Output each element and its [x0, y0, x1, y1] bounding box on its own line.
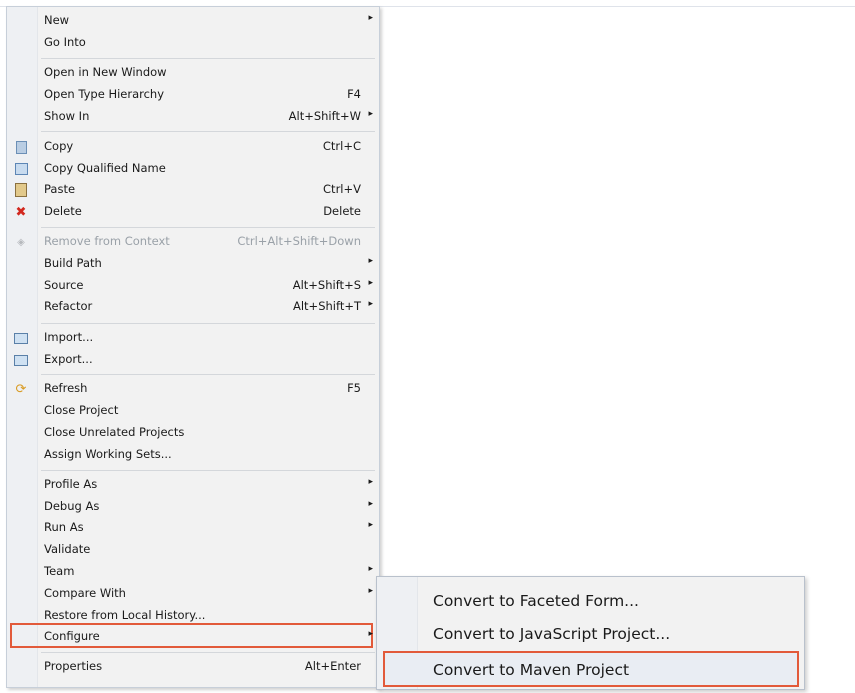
submenu-arrow-icon: ▸: [368, 109, 373, 119]
menu-item-label: Validate: [44, 542, 91, 556]
menu-item-label: Properties: [44, 659, 103, 673]
menu-item-label: Show In: [44, 109, 90, 123]
menu-item-label: Paste: [44, 182, 76, 196]
menu-item-paste[interactable]: Paste Ctrl+V: [7, 179, 379, 201]
menu-item-shortcut: Alt+Shift+W: [288, 109, 361, 123]
menu-item-refresh[interactable]: ⟳ Refresh F5: [7, 378, 379, 400]
menu-item-profile-as[interactable]: Profile As ▸: [7, 474, 379, 496]
menu-item-label: Import...: [44, 330, 94, 344]
menu-item-label: Copy Qualified Name: [44, 161, 166, 175]
menu-separator: [41, 374, 375, 375]
menu-item-close-project[interactable]: Close Project: [7, 400, 379, 422]
menu-separator: [41, 131, 375, 132]
menu-separator: [41, 470, 375, 471]
menu-item-new[interactable]: New ▸: [7, 10, 379, 32]
menu-item-compare-with[interactable]: Compare With ▸: [7, 583, 379, 605]
menu-item-shortcut: Ctrl+Alt+Shift+Down: [237, 234, 361, 248]
refresh-icon: ⟳: [15, 381, 27, 397]
submenu-arrow-icon: ▸: [368, 499, 373, 509]
submenu-arrow-icon: ▸: [368, 586, 373, 596]
menu-item-label: Close Unrelated Projects: [44, 425, 185, 439]
menu-item-label: Source: [44, 278, 84, 292]
submenu-item-label: Convert to JavaScript Project...: [433, 625, 671, 643]
menu-item-shortcut: F4: [347, 87, 361, 101]
menu-item-shortcut: F5: [347, 381, 361, 395]
submenu-item-convert-to-javascript-project[interactable]: Convert to JavaScript Project...: [377, 618, 804, 651]
submenu-arrow-icon: ▸: [368, 629, 373, 639]
menu-item-label: Build Path: [44, 256, 102, 270]
menu-item-label: Open Type Hierarchy: [44, 87, 165, 101]
menu-item-build-path[interactable]: Build Path ▸: [7, 253, 379, 275]
menu-item-label: Compare With: [44, 586, 126, 600]
menu-separator: [41, 58, 375, 59]
submenu-arrow-icon: ▸: [368, 520, 373, 530]
remove-from-context-icon: ◈: [17, 236, 25, 248]
menu-item-shortcut: Ctrl+V: [323, 182, 361, 196]
menu-item-assign-working-sets[interactable]: Assign Working Sets...: [7, 444, 379, 466]
menu-item-shortcut: Alt+Enter: [304, 659, 361, 673]
context-menu: New ▸ Go Into Open in New Window Open Ty…: [6, 6, 380, 688]
copy-icon: [14, 140, 28, 154]
submenu-item-label: Convert to Faceted Form...: [433, 592, 639, 610]
menu-item-configure[interactable]: Configure ▸: [7, 626, 379, 648]
menu-item-label: Close Project: [44, 403, 119, 417]
menu-item-shortcut: Alt+Shift+T: [292, 299, 361, 313]
paste-icon: [14, 183, 28, 197]
menu-item-open-in-new-window[interactable]: Open in New Window: [7, 62, 379, 84]
menu-item-label: Refactor: [44, 299, 93, 313]
submenu-arrow-icon: ▸: [368, 13, 373, 23]
menu-item-shortcut: Delete: [323, 204, 361, 218]
submenu-arrow-icon: ▸: [368, 564, 373, 574]
menu-item-show-in[interactable]: Show In Alt+Shift+W ▸: [7, 106, 379, 128]
menu-item-label: Debug As: [44, 499, 100, 513]
submenu-item-convert-to-faceted-form[interactable]: Convert to Faceted Form...: [377, 585, 804, 618]
menu-item-validate[interactable]: Validate: [7, 539, 379, 561]
import-icon: [14, 331, 28, 345]
menu-item-go-into[interactable]: Go Into: [7, 32, 379, 54]
menu-item-copy[interactable]: Copy Ctrl+C: [7, 136, 379, 158]
menu-item-label: Profile As: [44, 477, 98, 491]
menu-item-label: Restore from Local History...: [44, 608, 206, 622]
submenu-arrow-icon: ▸: [368, 278, 373, 288]
export-icon: [14, 353, 28, 367]
menu-separator: [41, 323, 375, 324]
menu-item-debug-as[interactable]: Debug As ▸: [7, 496, 379, 518]
menu-item-label: Delete: [44, 204, 82, 218]
menu-item-label: Refresh: [44, 381, 88, 395]
menu-item-label: Assign Working Sets...: [44, 447, 172, 461]
menu-item-label: Copy: [44, 139, 74, 153]
menu-item-label: Configure: [44, 629, 100, 643]
submenu-arrow-icon: ▸: [368, 477, 373, 487]
menu-item-shortcut: Ctrl+C: [322, 139, 361, 153]
menu-item-run-as[interactable]: Run As ▸: [7, 517, 379, 539]
submenu-item-convert-to-maven-project[interactable]: Convert to Maven Project: [377, 654, 804, 687]
configure-submenu: Convert to Faceted Form... Convert to Ja…: [376, 576, 805, 690]
menu-item-label: Team: [44, 564, 75, 578]
menu-item-team[interactable]: Team ▸: [7, 561, 379, 583]
copy-qualified-name-icon: [14, 162, 28, 176]
menu-item-open-type-hierarchy[interactable]: Open Type Hierarchy F4: [7, 84, 379, 106]
submenu-arrow-icon: ▸: [368, 256, 373, 266]
menu-item-source[interactable]: Source Alt+Shift+S ▸: [7, 275, 379, 297]
delete-icon: ✖: [15, 204, 27, 220]
menu-item-refactor[interactable]: Refactor Alt+Shift+T ▸: [7, 296, 379, 318]
menu-item-remove-from-context: ◈ Remove from Context Ctrl+Alt+Shift+Dow…: [7, 231, 379, 253]
menu-item-properties[interactable]: Properties Alt+Enter: [7, 656, 379, 678]
menu-item-label: Run As: [44, 520, 84, 534]
menu-item-label: New: [44, 13, 70, 27]
menu-item-import[interactable]: Import...: [7, 327, 379, 349]
menu-item-delete[interactable]: ✖ Delete Delete: [7, 201, 379, 223]
submenu-item-label: Convert to Maven Project: [433, 661, 630, 679]
menu-item-label: Go Into: [44, 35, 86, 49]
menu-separator: [41, 227, 375, 228]
menu-item-close-unrelated-projects[interactable]: Close Unrelated Projects: [7, 422, 379, 444]
menu-item-export[interactable]: Export...: [7, 349, 379, 371]
menu-item-label: Open in New Window: [44, 65, 167, 79]
submenu-arrow-icon: ▸: [368, 299, 373, 309]
menu-item-shortcut: Alt+Shift+S: [292, 278, 361, 292]
menu-item-copy-qualified-name[interactable]: Copy Qualified Name: [7, 158, 379, 180]
menu-item-label: Export...: [44, 352, 93, 366]
menu-item-label: Remove from Context: [44, 234, 170, 248]
menu-separator: [41, 652, 375, 653]
